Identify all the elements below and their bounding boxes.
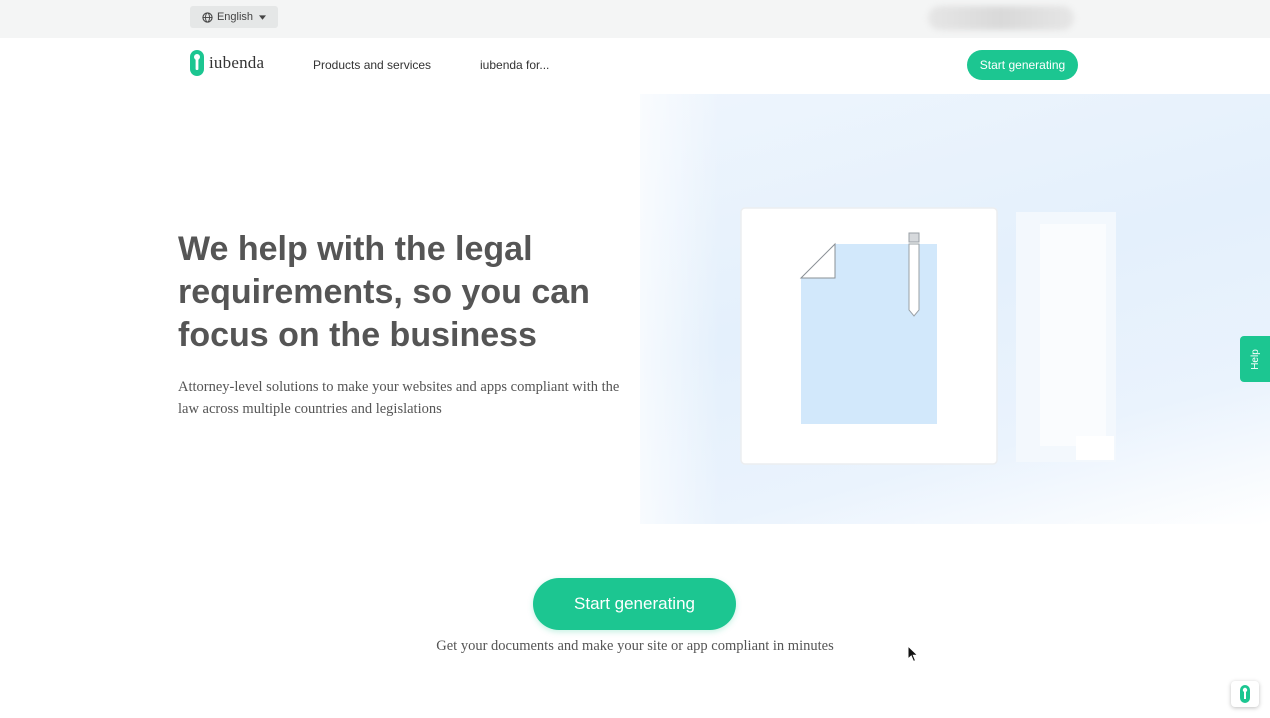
top-utility-bar: English [0,0,1270,38]
illustration-back-tab [1076,436,1114,460]
globe-icon [202,11,213,23]
cta-caption: Get your documents and make your site or… [436,638,834,654]
mouse-cursor-icon [907,645,919,663]
start-generating-button[interactable]: Start generating [533,578,736,630]
iubenda-badge[interactable] [1231,681,1259,707]
site-logo[interactable]: iubenda [190,50,264,76]
nav-link-iubenda-for[interactable]: iubenda for... [480,58,549,72]
main-navbar: iubenda Products and services iubenda fo… [0,38,1270,94]
help-label: Help [1249,348,1261,370]
illustration-back-page [1040,224,1106,446]
language-label: English [216,11,254,23]
help-tab[interactable]: Help [1240,336,1270,382]
logo-wordmark: iubenda [209,53,265,72]
hero-subtitle: Attorney-level solutions to make your we… [178,379,620,417]
nav-link-products-and-services[interactable]: Products and services [313,58,431,72]
hero-background-fade [600,94,720,524]
hero-title: We help with the legal requirements, so … [178,230,590,354]
illustration-pen-cap [908,232,920,243]
blurred-account-area [928,6,1074,30]
nav-start-generating-button[interactable]: Start generating [967,50,1078,80]
document-illustration [740,207,1116,465]
caret-down-icon [259,14,267,20]
illustration-pen [908,243,920,317]
keyhole-logo-icon [190,50,204,76]
keyhole-badge-icon [1240,685,1250,703]
language-selector[interactable]: English [190,6,278,28]
